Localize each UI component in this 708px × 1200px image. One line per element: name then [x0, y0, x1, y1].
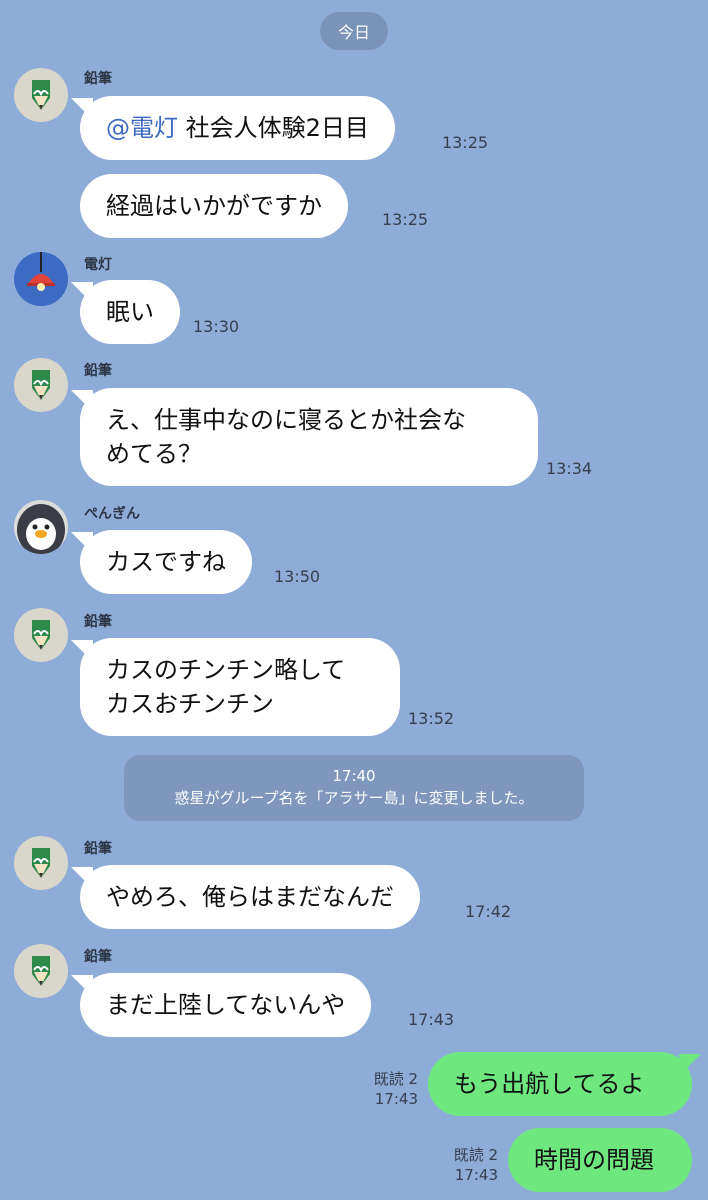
pencil-avatar-icon[interactable]: [14, 944, 68, 998]
message-bubble[interactable]: 眠い: [80, 280, 180, 344]
sender-name: 鉛筆: [84, 363, 112, 379]
outgoing-message-bubble[interactable]: 時間の問題: [508, 1128, 692, 1192]
sender-name: ぺんぎん: [84, 506, 140, 522]
message-text: カスのチンチン略して: [106, 656, 346, 684]
system-notice: 17:40 惑星がグループ名を「アラサー島」に変更しました。: [124, 755, 584, 821]
message-text: 時間の問題: [534, 1146, 654, 1174]
system-notice-time: 17:40: [332, 767, 376, 785]
message-time: 13:34: [546, 459, 593, 478]
message-bubble[interactable]: カスですね: [80, 530, 252, 594]
message-text: え、仕事中なのに寝るとか社会な: [106, 406, 466, 434]
message-text: 眠い: [106, 298, 154, 326]
message-text: カスですね: [106, 548, 226, 576]
message-bubble[interactable]: まだ上陸してないんや: [80, 973, 372, 1037]
read-count: 既読 2: [373, 1070, 418, 1088]
read-receipt: 既読 2 17:43: [350, 1069, 418, 1109]
message-time: 13:30: [193, 317, 240, 336]
message-time: 13:50: [274, 567, 321, 586]
penguin-avatar-icon[interactable]: [14, 500, 68, 554]
read-receipt: 既読 2 17:43: [430, 1145, 498, 1185]
sender-name: 鉛筆: [84, 614, 112, 630]
pencil-avatar-icon[interactable]: [14, 358, 68, 412]
lamp-avatar-icon[interactable]: [14, 252, 68, 306]
sender-name: 鉛筆: [84, 841, 112, 857]
date-divider: 今日: [320, 12, 388, 50]
sender-name: 鉛筆: [84, 71, 112, 87]
pencil-avatar-icon[interactable]: [14, 68, 68, 122]
message-text: 経過はいかがですか: [106, 192, 322, 220]
message-text: もう出航してるよ: [454, 1070, 645, 1098]
message-time: 17:43: [374, 1090, 418, 1108]
outgoing-message-bubble[interactable]: もう出航してるよ: [428, 1052, 692, 1116]
mention-link[interactable]: @電灯: [106, 114, 178, 142]
message-bubble[interactable]: やめろ、俺らはまだなんだ: [80, 865, 420, 929]
message-bubble[interactable]: え、仕事中なのに寝るとか社会な めてる？: [80, 388, 538, 486]
message-text: カスおチンチン: [106, 690, 274, 718]
pencil-avatar-icon[interactable]: [14, 836, 68, 890]
message-bubble[interactable]: 経過はいかがですか: [80, 174, 348, 238]
message-bubble[interactable]: カスのチンチン略して カスおチンチン: [80, 638, 400, 736]
sender-name: 鉛筆: [84, 949, 112, 965]
message-time: 17:42: [465, 902, 512, 921]
message-text: 社会人体験2日目: [178, 114, 369, 142]
system-notice-text: 惑星がグループ名を「アラサー島」に変更しました。: [174, 789, 534, 807]
message-time: 17:43: [454, 1166, 498, 1184]
message-bubble[interactable]: @電灯 社会人体験2日目: [80, 96, 395, 160]
message-text: めてる？: [106, 440, 202, 468]
message-text: まだ上陸してないんや: [106, 991, 346, 1019]
sender-name: 電灯: [84, 257, 112, 273]
pencil-avatar-icon[interactable]: [14, 608, 68, 662]
message-time: 17:43: [408, 1010, 455, 1029]
message-time: 13:52: [408, 709, 455, 728]
message-time: 13:25: [382, 210, 429, 229]
message-text: やめろ、俺らはまだなんだ: [106, 883, 394, 911]
read-count: 既読 2: [453, 1146, 498, 1164]
message-time: 13:25: [442, 133, 489, 152]
